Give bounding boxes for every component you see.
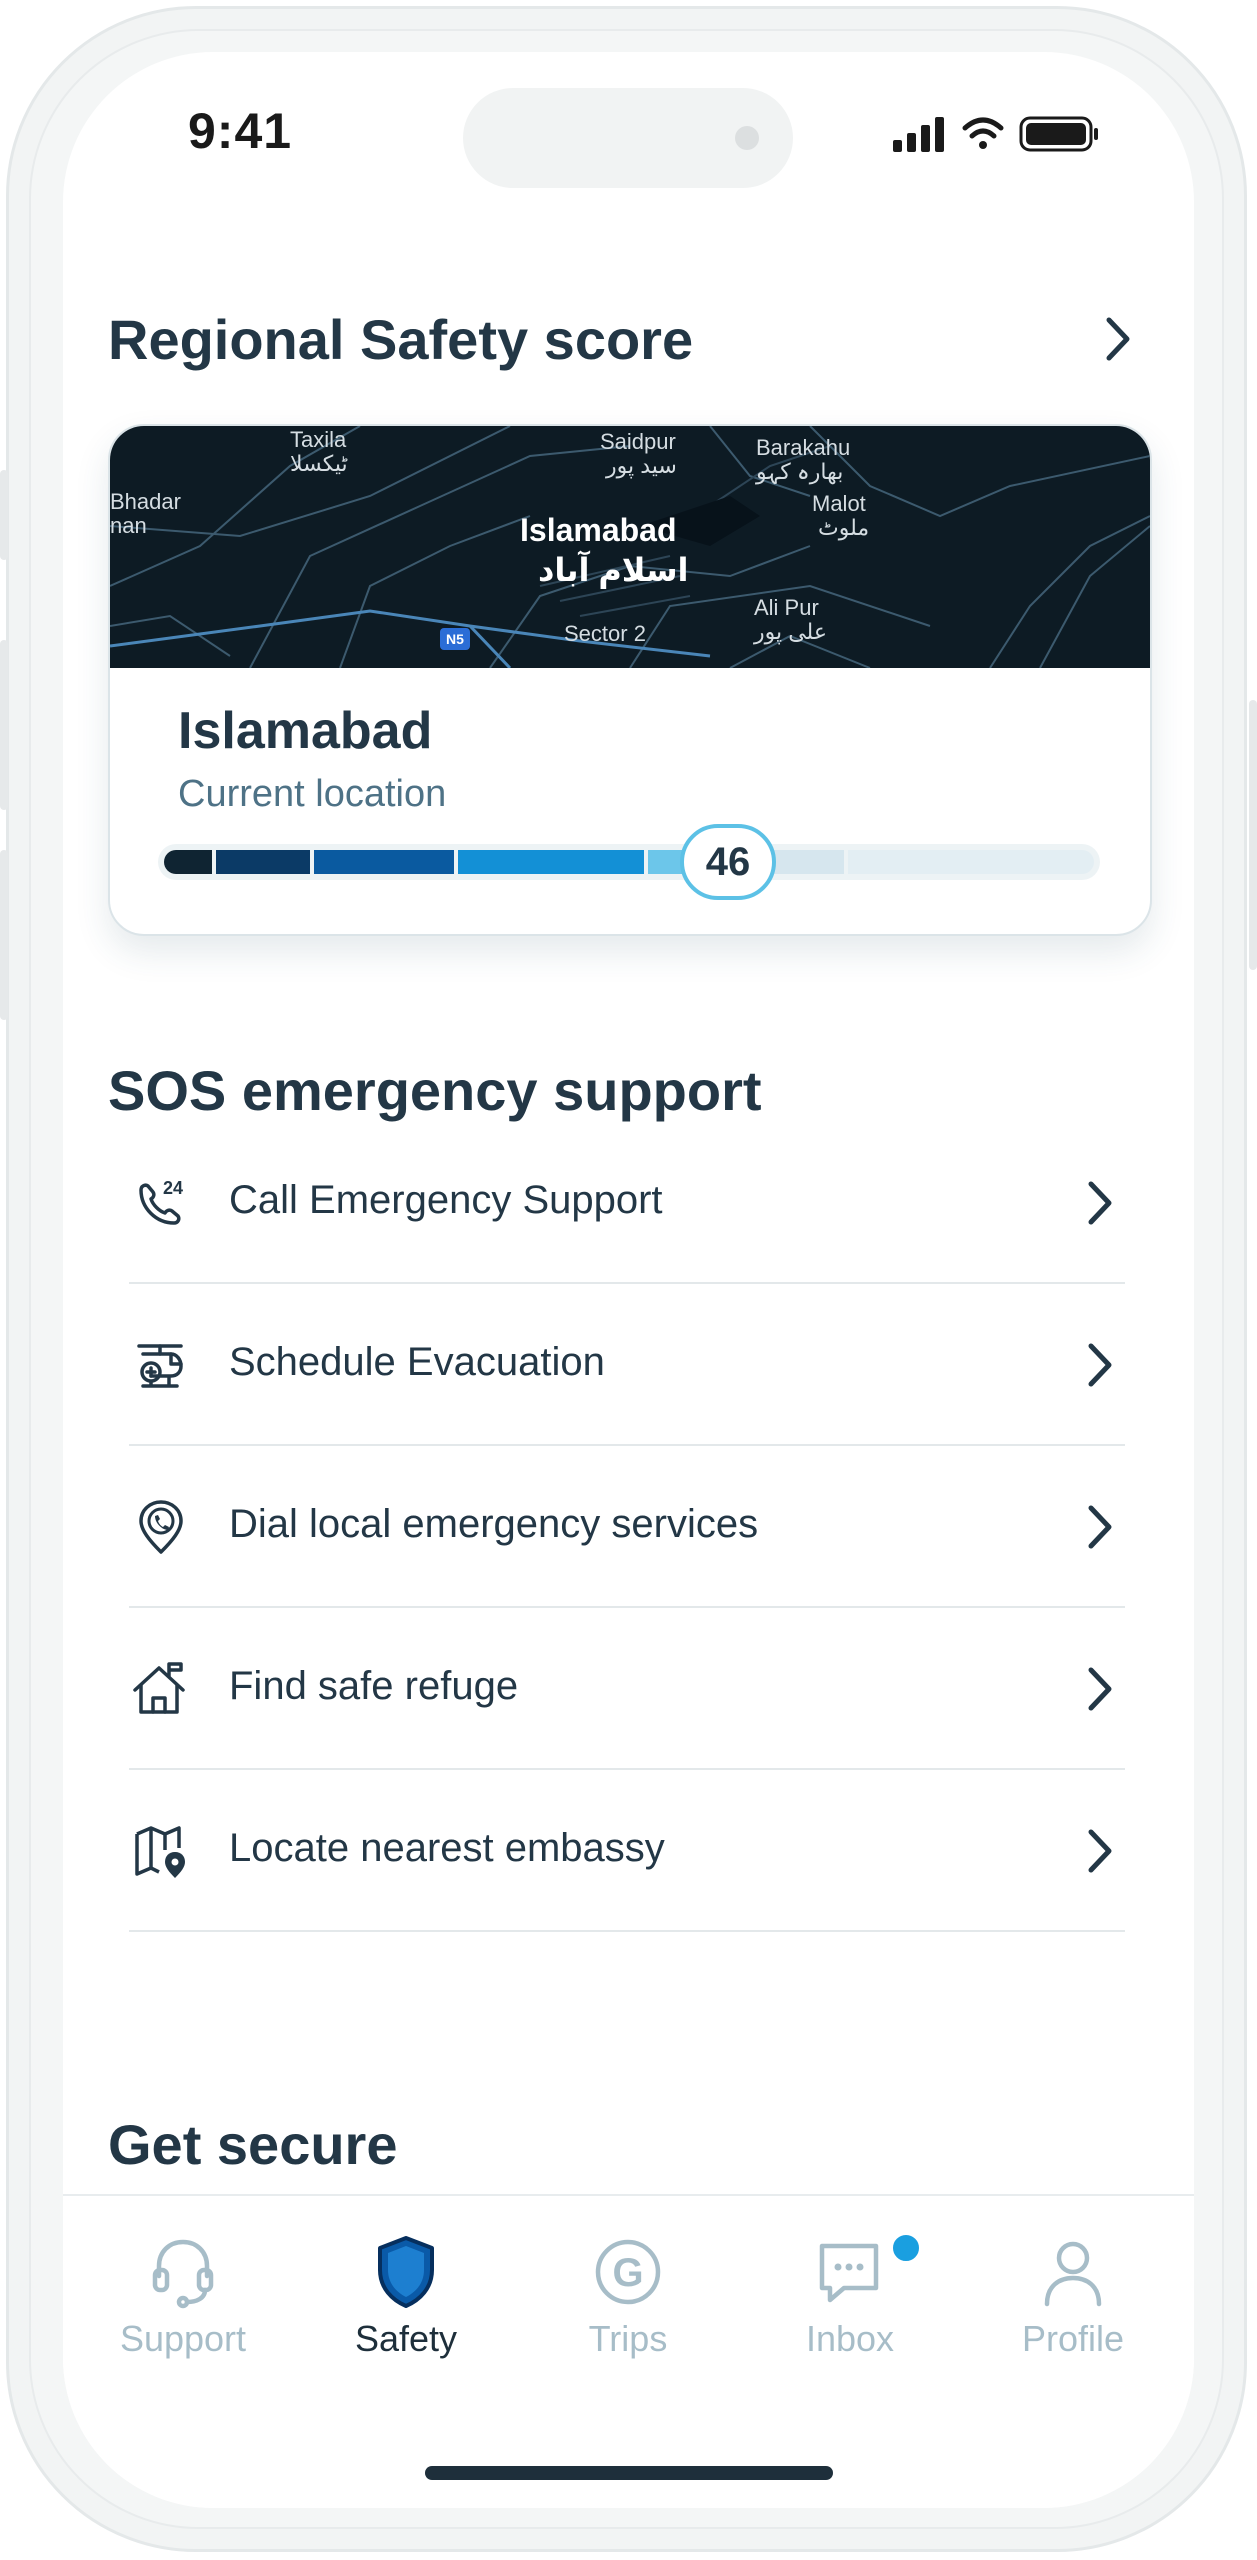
- tab-label: Inbox: [805, 2318, 895, 2359]
- home-flag-icon: [133, 1662, 185, 1714]
- safety-score-bar: [158, 844, 1100, 880]
- sos-item-nearest-embassy[interactable]: Locate nearest embassy: [129, 1770, 1125, 1932]
- city-subtitle: Current location: [178, 773, 447, 815]
- chevron-right-icon: [1088, 1667, 1112, 1711]
- map-label: Barakahu: [756, 435, 851, 460]
- sos-item-label: Dial local emergency services: [229, 1502, 759, 1546]
- map-label: nan: [110, 513, 147, 538]
- bottom-tab-bar: Support Safety G Trips Inbox Profile: [63, 2194, 1194, 2508]
- svg-text:24: 24: [163, 1178, 183, 1198]
- sos-title: SOS emergency support: [108, 1059, 762, 1122]
- tab-support[interactable]: Support: [73, 2196, 293, 2396]
- chat-icon: [819, 2243, 879, 2303]
- signal-icon: [893, 117, 944, 152]
- get-secure-title: Get secure: [108, 2113, 398, 2176]
- score-value-badge: 46: [680, 824, 776, 900]
- app-screen: 9:41 Regional Safety score Taxila ٹیکسلا…: [63, 52, 1194, 2508]
- map-label-city: Islamabad: [520, 512, 677, 548]
- chevron-right-icon[interactable]: [1103, 314, 1133, 364]
- side-button: [0, 470, 8, 560]
- map-pin-icon: [135, 1826, 185, 1878]
- map-label: Malot: [812, 491, 866, 516]
- tab-profile[interactable]: Profile: [963, 2196, 1183, 2396]
- score-segment: [164, 850, 212, 874]
- helicopter-icon: [137, 1344, 183, 1388]
- tab-label: Profile: [1021, 2318, 1125, 2359]
- location-phone-icon: [139, 1500, 183, 1554]
- region-map: Taxila ٹیکسلا Bhadar nan Saidpur سید پور…: [110, 426, 1150, 668]
- tab-label: Trips: [588, 2318, 668, 2359]
- sos-item-call-emergency[interactable]: 24 Call Emergency Support: [129, 1122, 1125, 1284]
- score-segment: [848, 850, 1094, 874]
- g-circle-icon: G: [595, 2239, 661, 2305]
- wifi-icon: [962, 117, 1004, 149]
- sos-list: 24 Call Emergency Support Schedule Evacu…: [129, 1122, 1125, 1932]
- svg-text:G: G: [612, 2251, 643, 2295]
- sos-item-label: Locate nearest embassy: [229, 1826, 665, 1870]
- map-label: Taxila: [290, 427, 347, 452]
- shield-icon: [378, 2236, 434, 2308]
- battery-icon: [1019, 116, 1098, 152]
- sos-item-label: Find safe refuge: [229, 1664, 519, 1708]
- tab-safety[interactable]: Safety: [296, 2196, 516, 2396]
- tab-label: Safety: [354, 2318, 458, 2359]
- notification-badge: [890, 2232, 922, 2264]
- tab-trips[interactable]: G Trips: [518, 2196, 738, 2396]
- power-button: [1249, 700, 1257, 970]
- sos-item-find-refuge[interactable]: Find safe refuge: [129, 1608, 1125, 1770]
- map-label: Saidpur: [600, 429, 676, 454]
- dynamic-island: [463, 88, 793, 188]
- chevron-right-icon: [1088, 1505, 1112, 1549]
- phone-24-icon: 24: [139, 1178, 183, 1225]
- map-label: Bhadar: [110, 489, 181, 514]
- regional-safety-title: Regional Safety score: [108, 308, 694, 371]
- safety-score-card[interactable]: Taxila ٹیکسلا Bhadar nan Saidpur سید پور…: [108, 424, 1152, 936]
- map-label: سید پور: [606, 453, 677, 478]
- chevron-right-icon: [1088, 1829, 1112, 1873]
- home-indicator[interactable]: [425, 2466, 833, 2480]
- map-label: Sector 2: [564, 621, 646, 646]
- chevron-right-icon: [1088, 1343, 1112, 1387]
- tab-label: Support: [119, 2318, 247, 2359]
- side-button: [0, 640, 8, 810]
- status-icons: [893, 114, 1123, 154]
- camera-dot: [735, 126, 759, 150]
- chevron-right-icon: [1088, 1181, 1112, 1225]
- sos-item-label: Schedule Evacuation: [229, 1340, 605, 1384]
- tab-inbox[interactable]: Inbox: [740, 2196, 960, 2396]
- map-label: بھارہ کہو: [756, 459, 844, 484]
- score-segment: [314, 850, 454, 874]
- map-label: ملوٹ: [818, 515, 870, 540]
- map-label: علی پور: [754, 619, 827, 644]
- city-name: Islamabad: [178, 702, 433, 760]
- score-segment: [458, 850, 644, 874]
- sos-item-label: Call Emergency Support: [229, 1178, 663, 1222]
- map-label: Ali Pur: [754, 595, 819, 620]
- side-button: [0, 850, 8, 1020]
- sos-item-schedule-evacuation[interactable]: Schedule Evacuation: [129, 1284, 1125, 1446]
- score-segment: [216, 850, 310, 874]
- sos-item-dial-local[interactable]: Dial local emergency services: [129, 1446, 1125, 1608]
- map-label-city-urdu: اسلام آباد: [538, 552, 689, 588]
- map-label: ٹیکسلا: [290, 451, 348, 476]
- person-icon: [1044, 2241, 1102, 2307]
- status-time: 9:41: [188, 103, 293, 159]
- highway-shield: N5: [440, 628, 470, 650]
- headset-icon: [152, 2239, 214, 2309]
